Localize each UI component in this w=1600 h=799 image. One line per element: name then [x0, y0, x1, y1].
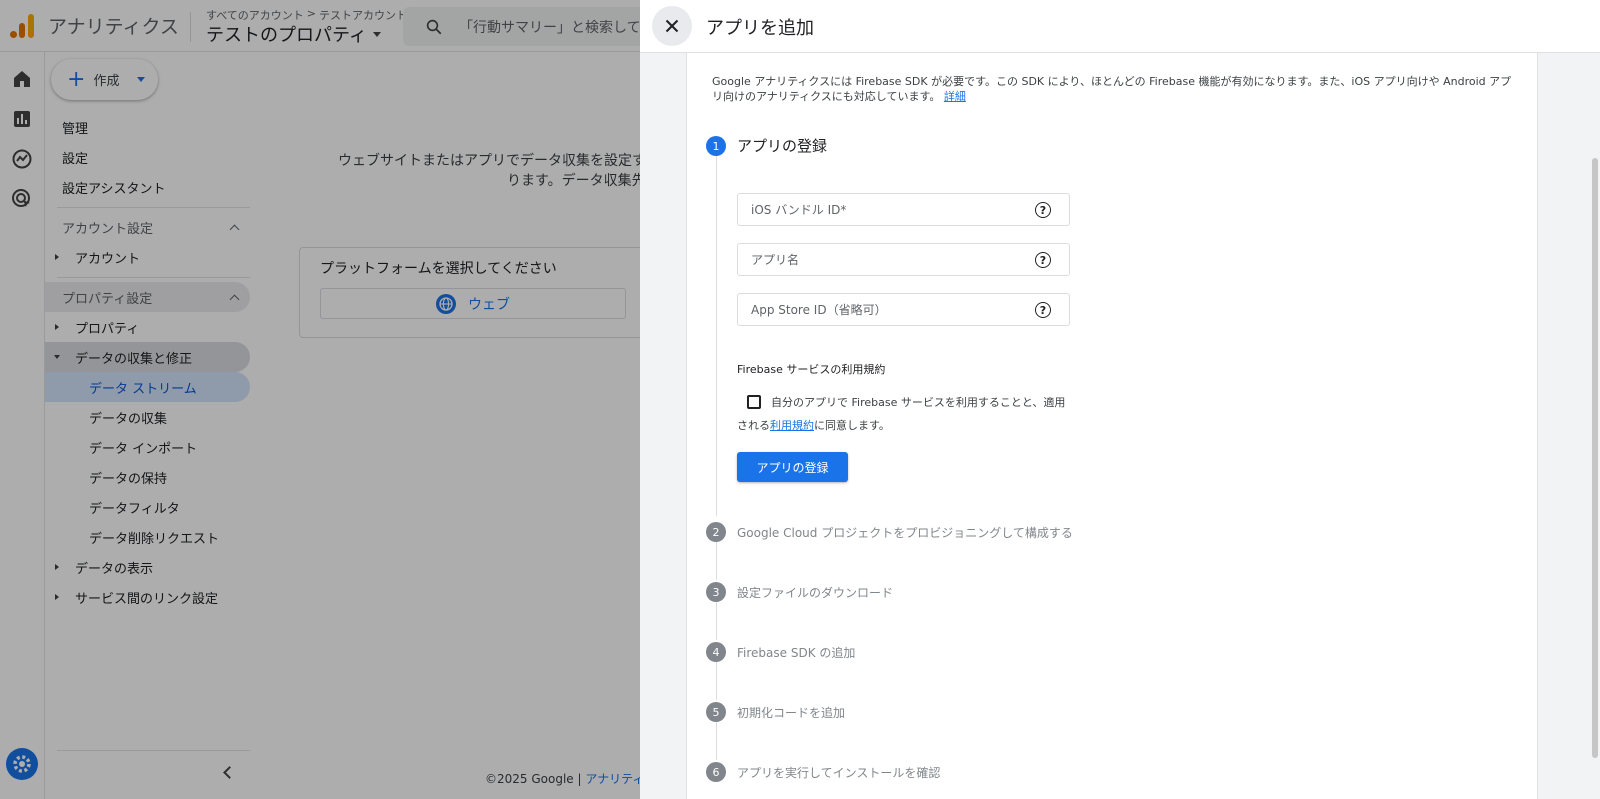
add-app-panel: Google アナリティクスには Firebase SDK が必要です。この S… [686, 53, 1538, 799]
terms-checkbox[interactable] [747, 395, 761, 409]
register-app-button[interactable]: アプリの登録 [737, 452, 848, 482]
terms-text-suffix: に同意します。 [814, 419, 890, 432]
step-1-label: アプリの登録 [737, 137, 828, 155]
stepper-connector [716, 602, 717, 640]
step-6-label: アプリを実行してインストールを確認 [737, 766, 941, 780]
step-4-number: 4 [706, 642, 726, 662]
ios-bundle-id-field[interactable]: ? [737, 193, 1070, 226]
step-4-label: Firebase SDK の追加 [737, 646, 856, 660]
intro-body: Google アナリティクスには Firebase SDK が必要です。この S… [712, 75, 1512, 103]
learn-more-link[interactable]: 詳細 [944, 90, 966, 103]
step-3-number: 3 [706, 582, 726, 602]
terms-title: Firebase サービスの利用規約 [737, 363, 886, 376]
intro-text: Google アナリティクスには Firebase SDK が必要です。この S… [712, 74, 1522, 104]
stepper-connector [716, 662, 717, 700]
terms-link[interactable]: 利用規約 [770, 419, 814, 432]
stepper-connector [716, 722, 717, 760]
step-3-label: 設定ファイルのダウンロード [737, 586, 894, 600]
step-2-number: 2 [706, 522, 726, 542]
close-icon [665, 19, 679, 33]
app-store-id-field[interactable]: ? [737, 293, 1070, 326]
help-icon[interactable]: ? [1035, 202, 1051, 218]
step-5-number: 5 [706, 702, 726, 722]
drawer-title: アプリを追加 [706, 18, 814, 39]
help-icon[interactable]: ? [1035, 252, 1051, 268]
step-5-label: 初期化コードを追加 [737, 706, 846, 720]
drawer-header: アプリを追加 [640, 0, 1600, 53]
app-name-input[interactable] [738, 244, 1028, 275]
step-6-number: 6 [706, 762, 726, 782]
close-button[interactable] [652, 6, 692, 46]
stepper-connector [716, 156, 717, 516]
modal-scrim[interactable] [0, 0, 640, 799]
terms-text: 自分のアプリで Firebase サービスを利用することと、適用される利用規約に… [737, 391, 1072, 437]
add-app-drawer: アプリを追加 Google アナリティクスには Firebase SDK が必要… [640, 0, 1600, 799]
scrollbar-thumb[interactable] [1592, 158, 1598, 758]
help-icon[interactable]: ? [1035, 302, 1051, 318]
ios-bundle-id-input[interactable] [738, 194, 1028, 225]
app-name-field[interactable]: ? [737, 243, 1070, 276]
stepper-connector [716, 542, 717, 580]
step-2-label: Google Cloud プロジェクトをプロビジョニングして構成する [737, 526, 1073, 540]
app-store-id-input[interactable] [738, 294, 1028, 325]
step-1-number: 1 [706, 136, 726, 156]
